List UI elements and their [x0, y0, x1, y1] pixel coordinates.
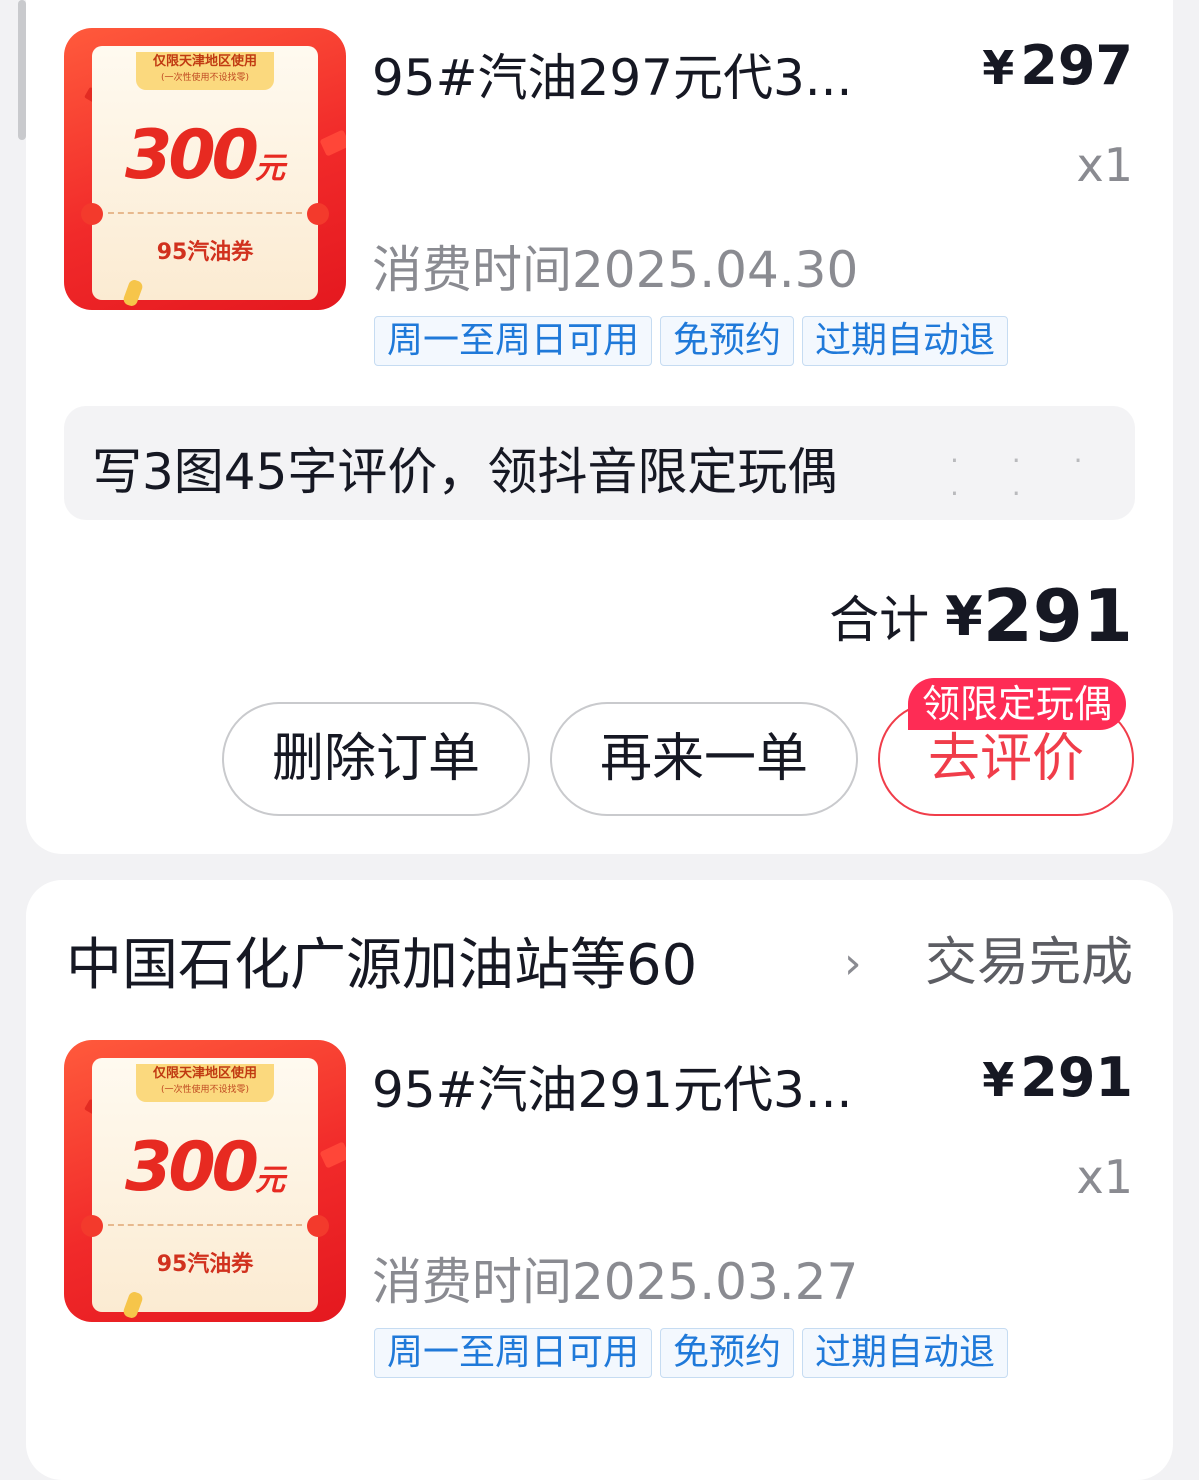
- chevron-right-icon[interactable]: ›: [844, 938, 862, 989]
- coupon-type: 95汽油券: [156, 1252, 254, 1277]
- coupon-type: 95汽油券: [156, 240, 254, 265]
- tag: 周一至周日可用: [374, 1328, 653, 1378]
- red-envelope-icon: [319, 129, 346, 157]
- coupon-amount: 300元: [125, 116, 285, 195]
- coupon-thumbnail[interactable]: 仅限天津地区使用 (一次性使用不设找零) 300元 95汽油券: [64, 28, 346, 310]
- item-price: ¥291: [982, 1046, 1133, 1109]
- item-title[interactable]: 95#汽油297元代3...: [372, 38, 852, 110]
- marquee-dots: · · · · ·: [950, 444, 1105, 510]
- item-price: ¥297: [982, 34, 1133, 97]
- review-promo-bar[interactable]: 写3图45字评价，领抖音限定玩偶 · · · · ·: [64, 406, 1135, 520]
- shop-name[interactable]: 中国石化广源加油站等60: [66, 920, 816, 1001]
- delete-order-button[interactable]: 删除订单: [222, 702, 530, 816]
- tag: 过期自动退: [802, 316, 1009, 366]
- coupon-thumbnail[interactable]: 仅限天津地区使用 (一次性使用不设找零) 300元 95汽油券: [64, 1040, 346, 1322]
- item-quantity: x1: [1076, 1150, 1134, 1204]
- tag: 免预约: [660, 1328, 795, 1378]
- coupon-ticket: 仅限天津地区使用 (一次性使用不设找零) 300元 95汽油券: [81, 46, 329, 300]
- tag: 周一至周日可用: [374, 316, 653, 366]
- coupon-ribbon: 仅限天津地区使用 (一次性使用不设找零): [136, 1064, 274, 1102]
- review-reward-badge: 领限定玩偶: [908, 678, 1127, 730]
- item-title[interactable]: 95#汽油291元代3...: [372, 1050, 852, 1122]
- scroll-indicator[interactable]: [18, 0, 26, 140]
- tag-list: 周一至周日可用 免预约 过期自动退: [374, 316, 1009, 366]
- order-total: 合计 ¥291: [829, 574, 1133, 658]
- tag: 过期自动退: [802, 1328, 1009, 1378]
- coupon-ribbon: 仅限天津地区使用 (一次性使用不设找零): [136, 52, 274, 90]
- order-status: 交易完成: [924, 933, 1133, 993]
- reorder-button[interactable]: 再来一单: [550, 702, 858, 816]
- consume-time: 消费时间2025.03.27: [372, 1253, 859, 1311]
- red-envelope-icon: [319, 1141, 346, 1169]
- tag-list: 周一至周日可用 免预约 过期自动退: [374, 1328, 1009, 1378]
- tag: 免预约: [660, 316, 795, 366]
- item-quantity: x1: [1076, 138, 1134, 192]
- coupon-amount: 300元: [125, 1128, 285, 1207]
- order-card[interactable]: 仅限天津地区使用 (一次性使用不设找零) 300元 95汽油券 95#汽油297…: [26, 0, 1173, 854]
- consume-time: 消费时间2025.04.30: [372, 241, 859, 299]
- order-card[interactable]: 中国石化广源加油站等60 › 交易完成 仅限天津地区使用 (一次性使用不设找零)…: [26, 880, 1173, 1480]
- coupon-ticket: 仅限天津地区使用 (一次性使用不设找零) 300元 95汽油券: [81, 1058, 329, 1312]
- review-promo-text: 写3图45字评价，领抖音限定玩偶: [92, 443, 838, 501]
